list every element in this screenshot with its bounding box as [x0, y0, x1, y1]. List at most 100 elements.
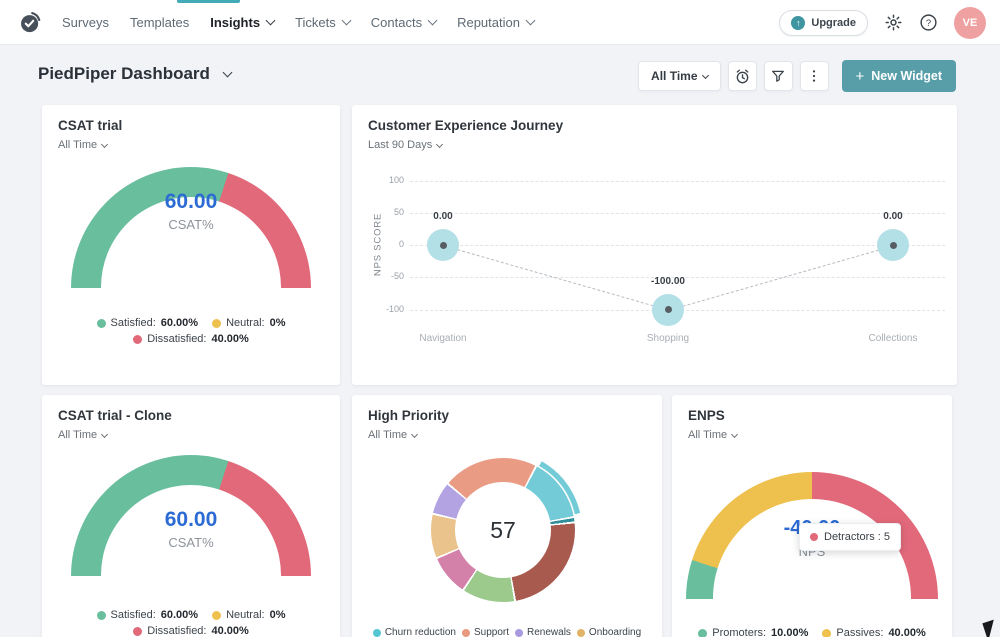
legend-label: Passives: [836, 627, 883, 637]
time-filter-value: All Time [651, 69, 697, 83]
nav-reputation[interactable]: Reputation [457, 15, 534, 30]
legend-value: 0% [270, 317, 286, 329]
legend-dot-icon [698, 629, 707, 637]
legend-item: Promoters:10.00% [698, 627, 808, 637]
chart-legend: Churn reductionSupportRenewalsOnboarding [360, 625, 654, 637]
legend-dot-icon [97, 319, 106, 328]
tooltip-text: Detractors : 5 [824, 531, 890, 543]
dashboard-header: PiedPiper Dashboard All Time + New Widge… [0, 45, 1000, 105]
filter-button[interactable] [764, 61, 793, 91]
data-point-label: -100.00 [628, 276, 708, 287]
plus-icon: + [856, 68, 865, 85]
widget-enps: ENPS All Time -40.00 NPS Detractors : 5 … [672, 395, 952, 637]
y-gridline [410, 245, 945, 246]
nav-contacts[interactable]: Contacts [371, 15, 436, 30]
legend-label: Promoters: [712, 627, 766, 637]
legend-item: Passives: 40.00% [822, 627, 925, 637]
widget-customer-experience-journey: Customer Experience Journey Last 90 Days… [352, 105, 957, 385]
nav-tickets[interactable]: Tickets [295, 15, 350, 30]
nav-tickets-label: Tickets [295, 15, 336, 30]
funnel-icon [770, 68, 786, 84]
widget-time-filter[interactable]: All Time [368, 429, 417, 441]
dashboard-controls: All Time + New Widget [638, 60, 956, 92]
chevron-down-icon [341, 16, 351, 26]
nav-surveys-label: Surveys [62, 15, 109, 30]
legend-item: Churn reduction [373, 627, 456, 637]
time-filter-dropdown[interactable]: All Time [638, 61, 720, 91]
chevron-down-icon [701, 71, 708, 78]
chevron-down-icon [428, 16, 438, 26]
data-point[interactable] [652, 294, 684, 326]
data-point-label: 0.00 [403, 211, 483, 222]
nav-insights-label: Insights [210, 15, 260, 30]
widget-title: CSAT trial [58, 118, 122, 133]
schedule-report-button[interactable] [728, 61, 757, 91]
chevron-down-icon [266, 16, 276, 26]
donut-center-value: 57 [455, 482, 551, 578]
nav-insights[interactable]: Insights [210, 15, 274, 30]
legend-label: Renewals [527, 627, 571, 637]
legend-item: Neutral:0% [212, 317, 285, 329]
legend-item: Renewals [515, 627, 571, 637]
legend-item: Satisfied:60.00% [97, 317, 199, 329]
nav-reputation-label: Reputation [457, 15, 520, 30]
legend-item: Onboarding [577, 627, 641, 637]
nav-contacts-label: Contacts [371, 15, 422, 30]
chevron-down-icon [101, 140, 108, 147]
legend-dot-icon [515, 629, 523, 637]
more-options-button[interactable] [800, 61, 829, 91]
page-title: PiedPiper Dashboard [38, 64, 210, 84]
widget-title: High Priority [368, 408, 449, 423]
detractors-dot-icon [810, 533, 818, 541]
legend-dot-icon [822, 629, 831, 637]
legend-item: Satisfied:60.00% [97, 609, 199, 621]
nav-right-cluster: ↑ Upgrade ? VE [779, 0, 986, 45]
chevron-down-icon [731, 430, 738, 437]
legend-dot-icon [133, 627, 142, 636]
mouse-cursor [982, 620, 999, 637]
legend-dot-icon [212, 319, 221, 328]
nps-line-chart: NPS SCORE 100500-50-100NavigationShoppin… [352, 105, 957, 385]
data-point[interactable] [877, 229, 909, 261]
data-point-dot [890, 242, 897, 249]
legend-dot-icon [97, 611, 106, 620]
gauge-value-label: CSAT% [42, 217, 340, 232]
widget-high-priority: High Priority All Time 57 Churn reductio… [352, 395, 662, 637]
user-avatar[interactable]: VE [954, 7, 986, 39]
gauge-value: 60.00 [42, 190, 340, 214]
dashboard-selector-chevron-icon[interactable] [222, 67, 232, 77]
nav-templates[interactable]: Templates [130, 15, 189, 30]
y-tick-label: 0 [368, 239, 404, 249]
new-widget-button[interactable]: + New Widget [842, 60, 957, 92]
legend-label: Dissatisfied: [147, 625, 206, 637]
y-tick-label: -50 [368, 271, 404, 281]
new-widget-label: New Widget [871, 69, 942, 83]
chart-tooltip: Detractors : 5 [799, 523, 901, 551]
app-logo-icon[interactable] [17, 9, 44, 36]
widget-title: CSAT trial - Clone [58, 408, 172, 423]
y-tick-label: 50 [368, 207, 404, 217]
legend-value: 40.00% [211, 625, 248, 637]
legend-value: 40.00% [888, 627, 925, 637]
settings-gear-icon[interactable] [884, 13, 903, 32]
legend-label: Dissatisfied: [147, 333, 206, 345]
chart-legend: Satisfied:60.00%Neutral:0%Dissatisfied:4… [50, 607, 332, 637]
help-icon[interactable]: ? [919, 13, 938, 32]
legend-value: 40.00% [211, 333, 248, 345]
x-axis-label: Collections [843, 333, 943, 344]
y-gridline [410, 181, 945, 182]
nav-surveys[interactable]: Surveys [62, 15, 109, 30]
upgrade-button[interactable]: ↑ Upgrade [779, 10, 868, 36]
data-point[interactable] [427, 229, 459, 261]
widget-time-filter[interactable]: All Time [58, 429, 107, 441]
chevron-down-icon [411, 430, 418, 437]
y-tick-label: -100 [368, 304, 404, 314]
legend-label: Churn reduction [385, 627, 456, 637]
data-point-dot [440, 242, 447, 249]
upgrade-label: Upgrade [811, 17, 856, 29]
legend-item: Dissatisfied: 40.00% [133, 625, 249, 637]
widget-csat-trial-clone: CSAT trial - Clone All Time 60.00 CSAT% … [42, 395, 340, 637]
widget-time-filter[interactable]: All Time [688, 429, 737, 441]
legend-dot-icon [212, 611, 221, 620]
widget-time-filter[interactable]: All Time [58, 139, 107, 151]
